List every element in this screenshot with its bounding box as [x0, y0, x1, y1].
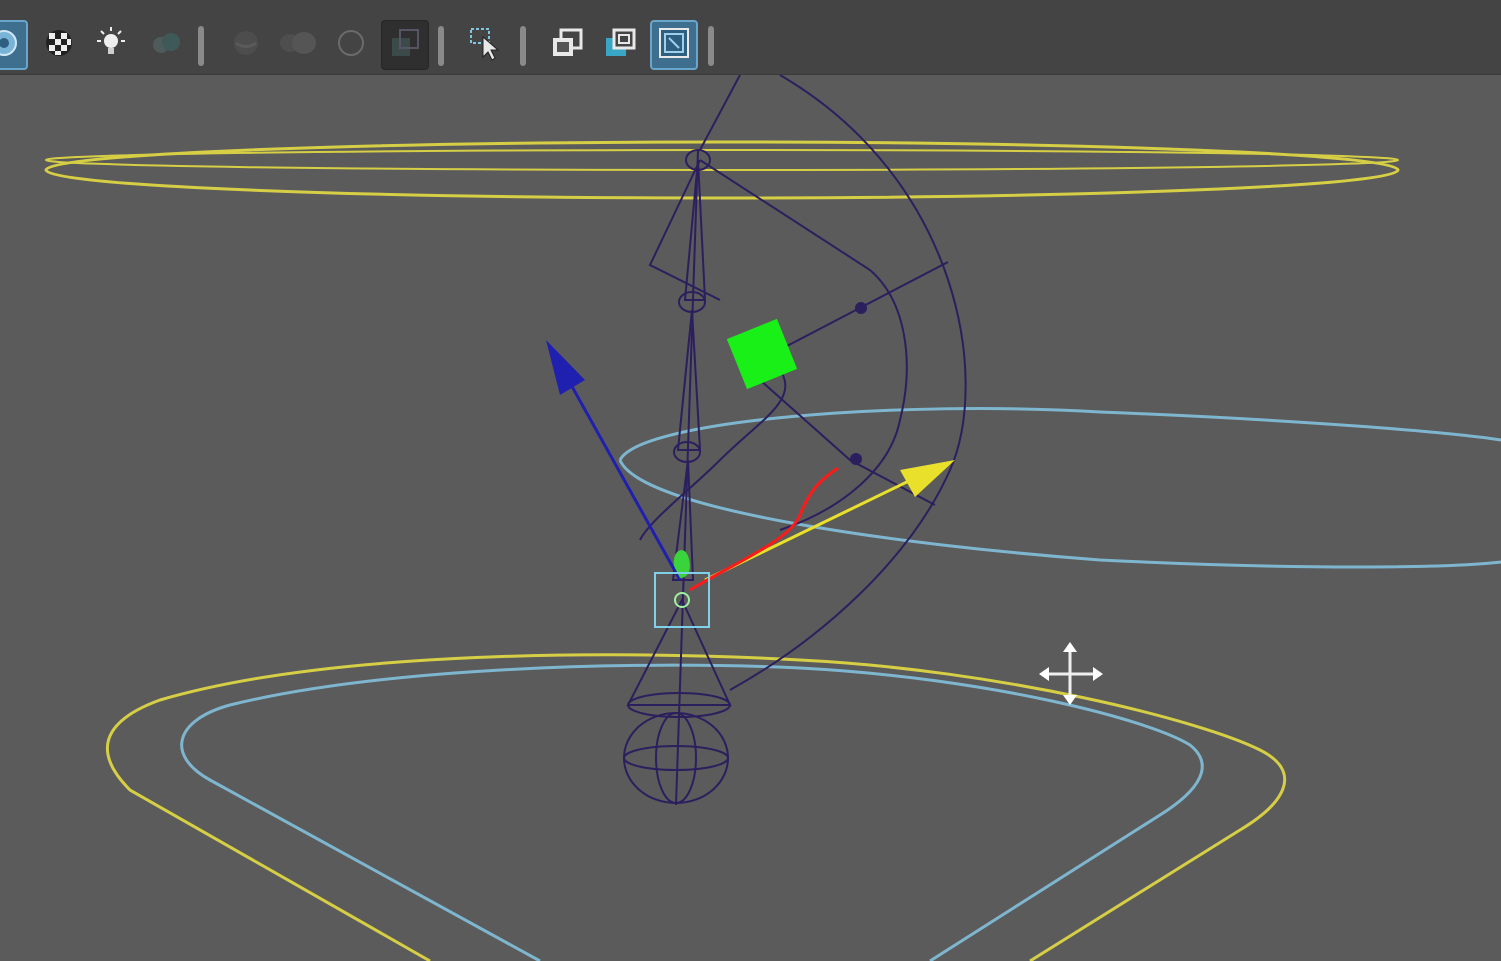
- toolbar-separator: [520, 26, 526, 66]
- gate-mask-button[interactable]: [543, 20, 591, 70]
- resolution-gate-icon: [602, 26, 638, 64]
- green-control-handle[interactable]: [726, 318, 798, 390]
- shadow-sphere-icon: [149, 28, 183, 62]
- motion-blur-button[interactable]: [274, 20, 322, 70]
- ambient-occlusion-button[interactable]: [222, 20, 270, 70]
- joint-node[interactable]: [855, 302, 867, 314]
- frame-gate-icon: [657, 26, 691, 64]
- select-camera-button[interactable]: [461, 20, 509, 70]
- antialiasing-button[interactable]: [327, 20, 375, 70]
- blue-axis-arrow[interactable]: [546, 340, 682, 581]
- shadows-button[interactable]: [142, 20, 190, 70]
- toolbar-separator: [708, 26, 714, 66]
- textured-button[interactable]: [35, 20, 83, 70]
- red-path-curve[interactable]: [689, 466, 839, 592]
- depth-of-field-icon: [388, 26, 422, 64]
- cyan-control-curve[interactable]: [618, 407, 1501, 569]
- film-gate-icon: [549, 26, 585, 64]
- light-bulb-icon: [93, 25, 129, 65]
- lighting-button[interactable]: [87, 20, 135, 70]
- checker-texture-icon: [43, 27, 75, 63]
- joint-chain-wireframe[interactable]: [623, 75, 967, 806]
- toolbar-separator: [198, 26, 204, 66]
- select-cursor-icon: [465, 23, 505, 67]
- frame-gate-button[interactable]: [650, 20, 698, 70]
- 3d-viewport[interactable]: [0, 75, 1501, 961]
- resolution-gate-button[interactable]: [596, 20, 644, 70]
- scene-canvas[interactable]: [0, 75, 1501, 961]
- top-yellow-control-curve-edge: [45, 149, 1399, 171]
- viewport-toolbar: [0, 0, 1501, 75]
- antialias-ring-icon: [336, 28, 366, 62]
- depth-of-field-button[interactable]: [381, 20, 429, 70]
- toolbar-separator: [438, 26, 444, 66]
- ambient-occlusion-icon: [231, 28, 261, 62]
- motion-blur-icon: [276, 28, 320, 62]
- bottom-cyan-control-curve[interactable]: [180, 663, 1204, 961]
- joint-node[interactable]: [850, 453, 862, 465]
- isolate-select-button[interactable]: [0, 20, 28, 70]
- bottom-yellow-control-curve[interactable]: [105, 653, 1287, 961]
- move-cursor-icon: [1039, 642, 1103, 705]
- isolate-select-icon: [0, 28, 19, 62]
